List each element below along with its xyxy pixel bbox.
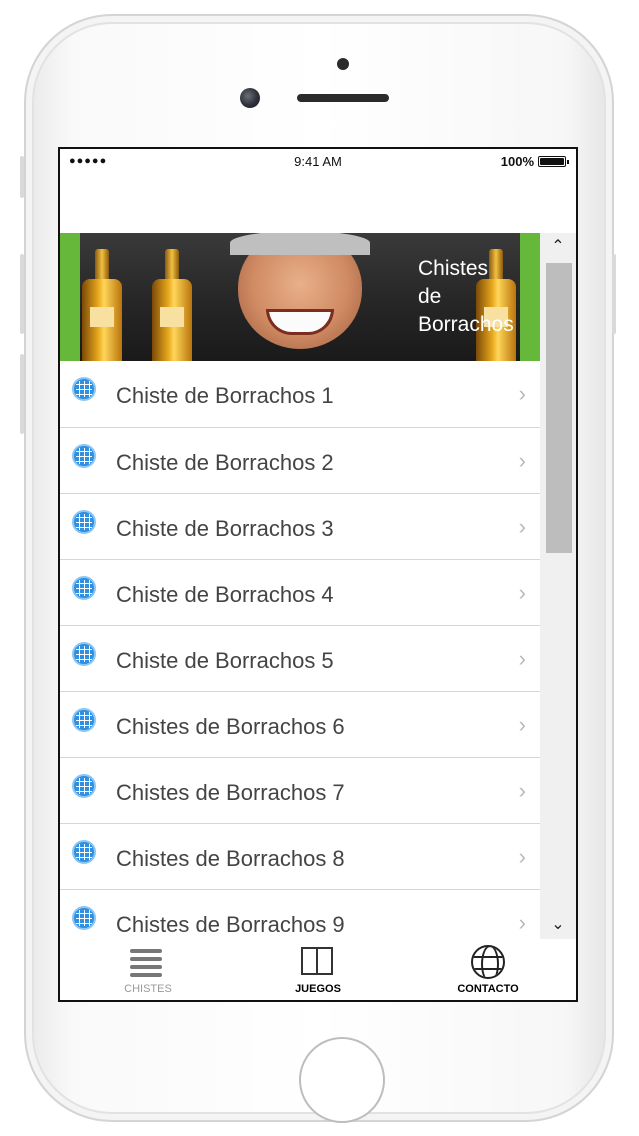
bottle-image bbox=[152, 249, 192, 361]
home-button[interactable] bbox=[299, 1037, 385, 1123]
tab-label: JUEGOS bbox=[295, 983, 341, 995]
status-time: 9:41 AM bbox=[294, 154, 342, 169]
banner-title-line: Chistes bbox=[418, 257, 489, 280]
chevron-right-icon: › bbox=[518, 514, 526, 539]
globe-icon bbox=[72, 377, 96, 401]
tab-bar: CHISTES JUEGOS CONTACTO bbox=[60, 939, 576, 1000]
globe-icon bbox=[72, 906, 96, 930]
globe-icon bbox=[72, 444, 96, 468]
jokes-list: Chiste de Borrachos 1 › Chiste de Borrac… bbox=[60, 361, 540, 956]
earpiece-speaker bbox=[297, 94, 389, 102]
list-item-label: Chistes de Borrachos 8 bbox=[116, 846, 345, 871]
power-button bbox=[612, 254, 616, 334]
app-screen: ●●●●● 9:41 AM 100% Chistes de Borrachos … bbox=[58, 147, 578, 1002]
chevron-right-icon: › bbox=[518, 712, 526, 737]
scroll-down-arrow-icon[interactable]: ⌄ bbox=[540, 911, 576, 939]
chevron-right-icon: › bbox=[518, 910, 526, 935]
list-item-label: Chiste de Borrachos 2 bbox=[116, 450, 334, 475]
list-icon bbox=[128, 945, 168, 979]
list-item-label: Chistes de Borrachos 7 bbox=[116, 780, 345, 805]
list-item[interactable]: Chistes de Borrachos 8 › bbox=[60, 824, 540, 890]
list-item-label: Chiste de Borrachos 3 bbox=[116, 516, 334, 541]
volume-down-button bbox=[20, 354, 24, 434]
list-item-label: Chistes de Borrachos 6 bbox=[116, 714, 345, 739]
chevron-right-icon: › bbox=[518, 381, 526, 406]
book-icon bbox=[298, 945, 338, 979]
globe-icon bbox=[72, 774, 96, 798]
volume-up-button bbox=[20, 254, 24, 334]
scroll-up-arrow-icon[interactable]: ⌃ bbox=[540, 233, 576, 261]
proximity-sensor bbox=[337, 58, 349, 70]
globe-icon bbox=[72, 642, 96, 666]
list-item-label: Chiste de Borrachos 1 bbox=[116, 383, 334, 408]
status-bar: ●●●●● 9:41 AM 100% bbox=[60, 149, 576, 175]
list-item-label: Chistes de Borrachos 9 bbox=[116, 912, 345, 937]
battery-percent: 100% bbox=[500, 154, 534, 169]
bottle-image bbox=[82, 249, 122, 361]
header-banner: Chistes de Borrachos bbox=[60, 233, 540, 361]
banner-title: Chistes de Borrachos bbox=[418, 255, 538, 339]
chevron-right-icon: › bbox=[518, 778, 526, 803]
tab-juegos[interactable]: JUEGOS bbox=[248, 939, 388, 1000]
mute-switch bbox=[20, 156, 24, 198]
globe-icon bbox=[72, 576, 96, 600]
list-item[interactable]: Chiste de Borrachos 1 › bbox=[60, 361, 540, 428]
tab-contacto[interactable]: CONTACTO bbox=[418, 939, 558, 1000]
list-item-label: Chiste de Borrachos 4 bbox=[116, 582, 334, 607]
scrollbar[interactable]: ⌃ ⌄ bbox=[540, 233, 576, 939]
tab-chistes[interactable]: CHISTES bbox=[78, 939, 218, 1000]
list-item[interactable]: Chiste de Borrachos 5 › bbox=[60, 626, 540, 692]
list-item[interactable]: Chistes de Borrachos 7 › bbox=[60, 758, 540, 824]
globe-icon bbox=[72, 510, 96, 534]
chevron-right-icon: › bbox=[518, 448, 526, 473]
caricature-face-image bbox=[220, 233, 380, 359]
list-item[interactable]: Chistes de Borrachos 6 › bbox=[60, 692, 540, 758]
battery-icon bbox=[538, 156, 569, 167]
list-item[interactable]: Chiste de Borrachos 4 › bbox=[60, 560, 540, 626]
front-camera bbox=[240, 88, 260, 108]
tab-label: CHISTES bbox=[124, 983, 172, 995]
chevron-right-icon: › bbox=[518, 580, 526, 605]
banner-title-line: Borrachos bbox=[418, 313, 514, 336]
list-item-label: Chiste de Borrachos 5 bbox=[116, 648, 334, 673]
globe-icon bbox=[72, 840, 96, 864]
list-item[interactable]: Chiste de Borrachos 2 › bbox=[60, 428, 540, 494]
navigation-bar bbox=[60, 175, 576, 232]
chevron-right-icon: › bbox=[518, 646, 526, 671]
banner-image: Chistes de Borrachos bbox=[80, 233, 520, 361]
banner-title-line: de bbox=[418, 285, 442, 308]
list-item[interactable]: Chiste de Borrachos 3 › bbox=[60, 494, 540, 560]
globe-icon bbox=[468, 945, 508, 979]
globe-icon bbox=[72, 708, 96, 732]
tab-label: CONTACTO bbox=[457, 983, 519, 995]
chevron-right-icon: › bbox=[518, 844, 526, 869]
scrollbar-thumb[interactable] bbox=[546, 263, 572, 553]
